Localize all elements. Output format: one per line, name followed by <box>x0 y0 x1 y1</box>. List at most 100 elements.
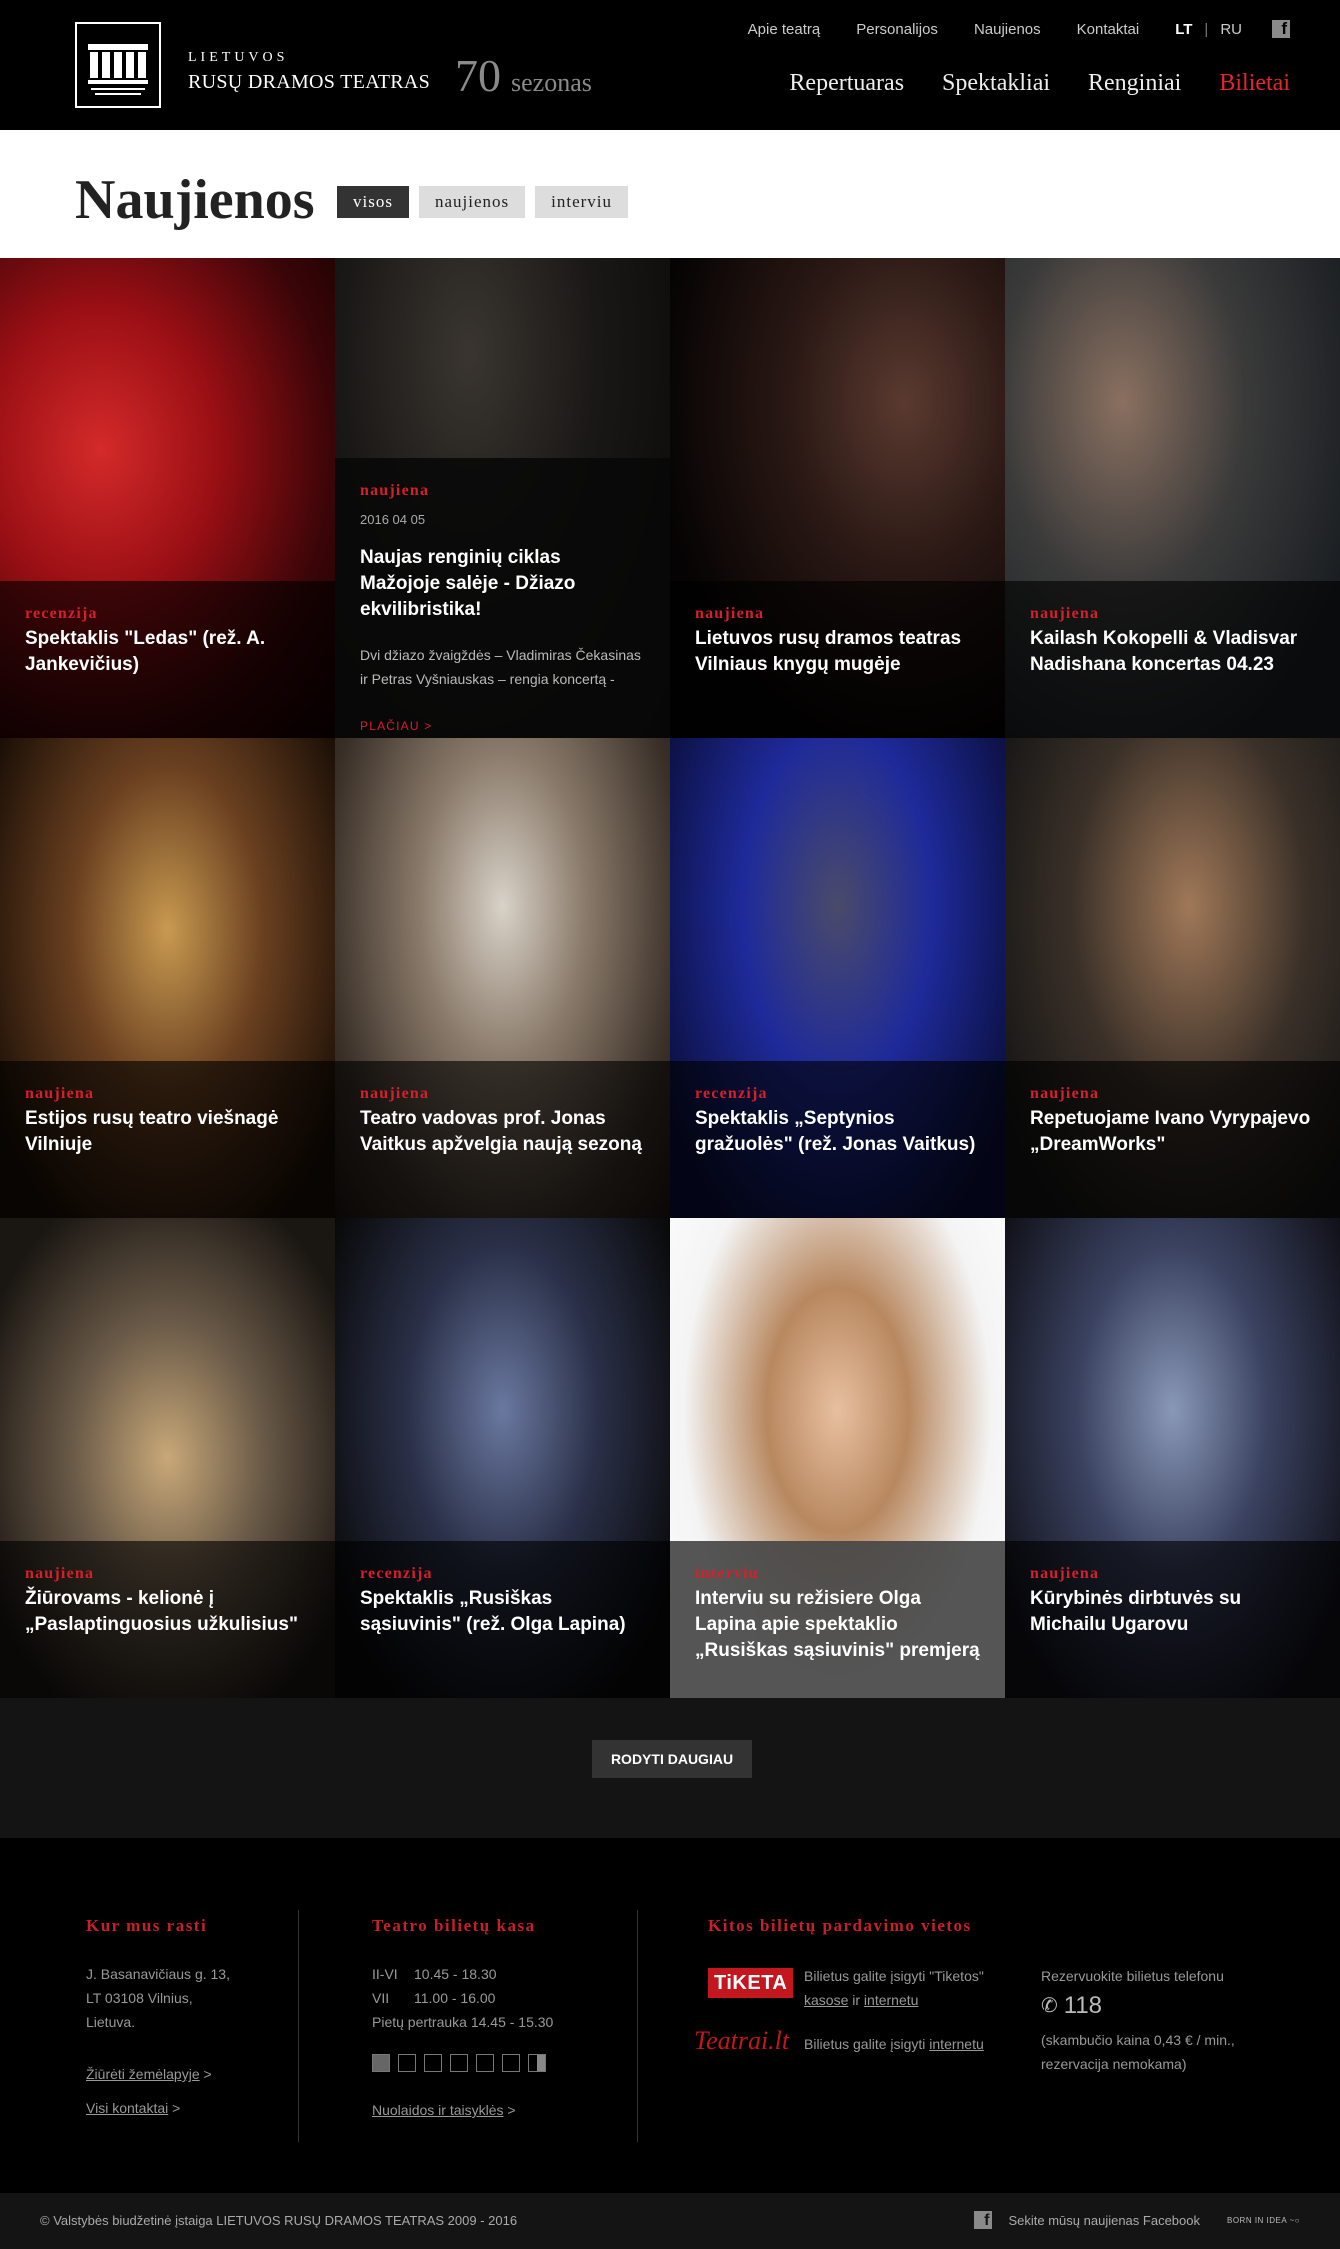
day-square <box>424 2054 442 2072</box>
footer-box-office-heading: Teatro bilietų kasa <box>372 1916 536 1935</box>
teatrai-logo[interactable]: Teatrai.lt <box>694 2026 789 2056</box>
weekday-indicator <box>372 2054 612 2072</box>
read-more-link[interactable]: PLAČIAU > <box>360 719 645 733</box>
phone-row: ✆ 118 <box>1041 1994 1251 2018</box>
nav-spektakliai[interactable]: Spektakliai <box>942 70 1050 97</box>
tile-title: Spektaklis „Rusiškas sąsiuvinis" (rež. O… <box>360 1588 626 1635</box>
hours-days: VII <box>372 1990 390 2006</box>
news-tile[interactable]: interviu Interviu su režisiere Olga Lapi… <box>670 1218 1005 1698</box>
facebook-follow-text: Sekite mūsų naujienas Facebook <box>1008 2212 1200 2228</box>
day-square <box>476 2054 494 2072</box>
tiketa-logo[interactable]: TiKETA <box>708 1968 794 1998</box>
top-link-contacts[interactable]: Kontaktai <box>1077 21 1140 38</box>
filter-interviews[interactable]: interviu <box>535 186 629 218</box>
brand-name: LIETUVOS RUSŲ DRAMOS TEATRAS <box>188 50 430 94</box>
day-square <box>528 2054 546 2072</box>
tile-title: Žiūrovams - kelionė į „Paslaptinguosius … <box>25 1588 298 1635</box>
day-square <box>372 2054 390 2072</box>
nav-repertuaras[interactable]: Repertuaras <box>789 70 904 97</box>
top-link-people[interactable]: Personalijos <box>856 21 938 38</box>
hours-time: 11.00 - 16.00 <box>414 1990 496 2006</box>
news-filters: visos naujienos interviu <box>337 186 638 218</box>
contacts-link-row: Visi kontaktai > <box>86 2096 286 2120</box>
footer-other-sales: Kitos bilietų pardavimo vietos TiKETA Bi… <box>694 1916 1308 2072</box>
lunch-break: Pietų pertrauka 14.45 - 15.30 <box>372 2014 554 2030</box>
contacts-link-arrow: > <box>172 2100 181 2116</box>
tile-category: recenzija <box>360 1565 433 1582</box>
news-tile-featured[interactable]: naujiena 2016 04 05 Naujas renginių cikl… <box>335 258 670 738</box>
footer-box-office: Teatro bilietų kasa II-VI 10.45 - 18.30 … <box>372 1916 612 2122</box>
footer-where: Kur mus rasti J. Basanavičiaus g. 13, LT… <box>86 1916 286 2120</box>
tile-title: Estijos rusų teatro viešnagė Vilniuje <box>25 1108 279 1155</box>
theatre-logo[interactable] <box>75 22 161 108</box>
footer-address: J. Basanavičiaus g. 13, LT 03108 Vilnius… <box>86 1962 286 2034</box>
tile-category: naujiena <box>360 1085 430 1102</box>
filter-all[interactable]: visos <box>337 186 409 218</box>
address-line: LT 03108 Vilnius, <box>86 1990 193 2006</box>
tile-category: naujiena <box>25 1565 95 1582</box>
news-tile[interactable]: naujiena Kūrybinės dirbtuvės su Michailu… <box>1005 1218 1340 1698</box>
discounts-link[interactable]: Nuolaidos ir taisyklės <box>372 2098 504 2122</box>
tile-category: naujiena <box>1030 1085 1100 1102</box>
season-word: sezonas <box>511 68 592 97</box>
tile-category: naujiena <box>360 482 430 499</box>
facebook-icon <box>974 2211 993 2230</box>
news-tile[interactable]: naujiena Teatro vadovas prof. Jonas Vait… <box>335 738 670 1218</box>
news-tile[interactable]: recenzija Spektaklis "Ledas" (rež. A. Ja… <box>0 258 335 738</box>
news-tile[interactable]: naujiena Kailash Kokopelli & Vladisvar N… <box>1005 258 1340 738</box>
tile-category: naujiena <box>25 1085 95 1102</box>
tile-category: naujiena <box>1030 605 1100 622</box>
tile-date: 2016 04 05 <box>360 512 426 527</box>
news-tile[interactable]: naujiena Lietuvos rusų dramos teatras Vi… <box>670 258 1005 738</box>
tile-caption: recenzija Spektaklis "Ledas" (rež. A. Ja… <box>0 581 335 738</box>
nav-renginiai[interactable]: Renginiai <box>1088 70 1181 97</box>
hours-row: II-VI 10.45 - 18.30 <box>372 1962 612 1986</box>
map-link[interactable]: Žiūrėti žemėlapyje <box>86 2062 200 2086</box>
news-tile[interactable]: recenzija Spektaklis „Rusiškas sąsiuvini… <box>335 1218 670 1698</box>
hours-time: 10.45 - 18.30 <box>414 1966 497 1982</box>
tile-caption: naujiena Kailash Kokopelli & Vladisvar N… <box>1005 581 1340 738</box>
brand-line1: LIETUVOS <box>188 50 289 65</box>
tile-description: Dvi džiazo žvaigždės – Vladimiras Čekasi… <box>360 647 641 687</box>
news-tile[interactable]: naujiena Estijos rusų teatro viešnagė Vi… <box>0 738 335 1218</box>
news-tile[interactable]: recenzija Spektaklis „Septynios gražuolė… <box>670 738 1005 1218</box>
tile-caption: recenzija Spektaklis „Septynios gražuolė… <box>670 1061 1005 1218</box>
agency-credit[interactable]: BORN IN IDEA ~○ <box>1227 2216 1300 2225</box>
show-more-button[interactable]: RODYTI DAUGIAU <box>592 1740 752 1778</box>
day-square <box>502 2054 520 2072</box>
tile-title: Kailash Kokopelli & Vladisvar Nadishana … <box>1030 628 1298 675</box>
page-title: Naujienos <box>75 169 315 231</box>
filter-news[interactable]: naujienos <box>418 186 526 218</box>
brand-line2: RUSŲ DRAMOS TEATRAS <box>188 71 431 93</box>
lang-lt[interactable]: LT <box>1175 21 1192 38</box>
tile-title: Spektaklis „Septynios gražuolės" (rež. J… <box>695 1108 976 1155</box>
tile-category: naujiena <box>1030 1565 1100 1582</box>
phone-number[interactable]: 118 <box>1064 1994 1102 2018</box>
tile-caption: interviu Interviu su režisiere Olga Lapi… <box>670 1541 1005 1698</box>
teatrai-desc: Bilietus galite įsigyti <box>804 2036 926 2052</box>
tile-caption: naujiena Teatro vadovas prof. Jonas Vait… <box>335 1061 670 1218</box>
tile-caption: naujiena 2016 04 05 Naujas renginių cikl… <box>335 458 670 738</box>
footer-divider <box>298 1910 299 2142</box>
tile-category: recenzija <box>25 605 98 622</box>
tiketa-kasose-link[interactable]: kasose <box>804 1988 848 2012</box>
tile-category: interviu <box>695 1565 759 1582</box>
facebook-icon[interactable] <box>1272 19 1290 39</box>
tile-caption: naujiena Repetuojame Ivano Vyrypajevo „D… <box>1005 1061 1340 1218</box>
lang-ru[interactable]: RU <box>1220 21 1242 38</box>
nav-bilietai[interactable]: Bilietai <box>1219 70 1290 97</box>
tile-title: Naujas renginių ciklas Mažojoje salėje -… <box>360 547 576 620</box>
news-tile[interactable]: naujiena Žiūrovams - kelionė į „Paslapti… <box>0 1218 335 1698</box>
top-link-about[interactable]: Apie teatrą <box>748 21 821 38</box>
contacts-link[interactable]: Visi kontaktai <box>86 2096 168 2120</box>
news-tile[interactable]: naujiena Repetuojame Ivano Vyrypajevo „D… <box>1005 738 1340 1218</box>
tiketa-internet-link[interactable]: internetu <box>864 1988 918 2012</box>
tile-title: Repetuojame Ivano Vyrypajevo „DreamWorks… <box>1030 1108 1311 1155</box>
season-number: 70 <box>455 50 501 101</box>
teatrai-internet-link[interactable]: internetu <box>929 2032 983 2056</box>
box-office-hours: II-VI 10.45 - 18.30 VII 11.00 - 16.00 Pi… <box>372 1962 612 2034</box>
main-nav: Repertuaras Spektakliai Renginiai Biliet… <box>751 70 1290 97</box>
tile-caption: naujiena Estijos rusų teatro viešnagė Vi… <box>0 1061 335 1218</box>
facebook-follow-link[interactable]: Sekite mūsų naujienas Facebook <box>974 2211 1200 2230</box>
top-link-news[interactable]: Naujienos <box>974 21 1041 38</box>
